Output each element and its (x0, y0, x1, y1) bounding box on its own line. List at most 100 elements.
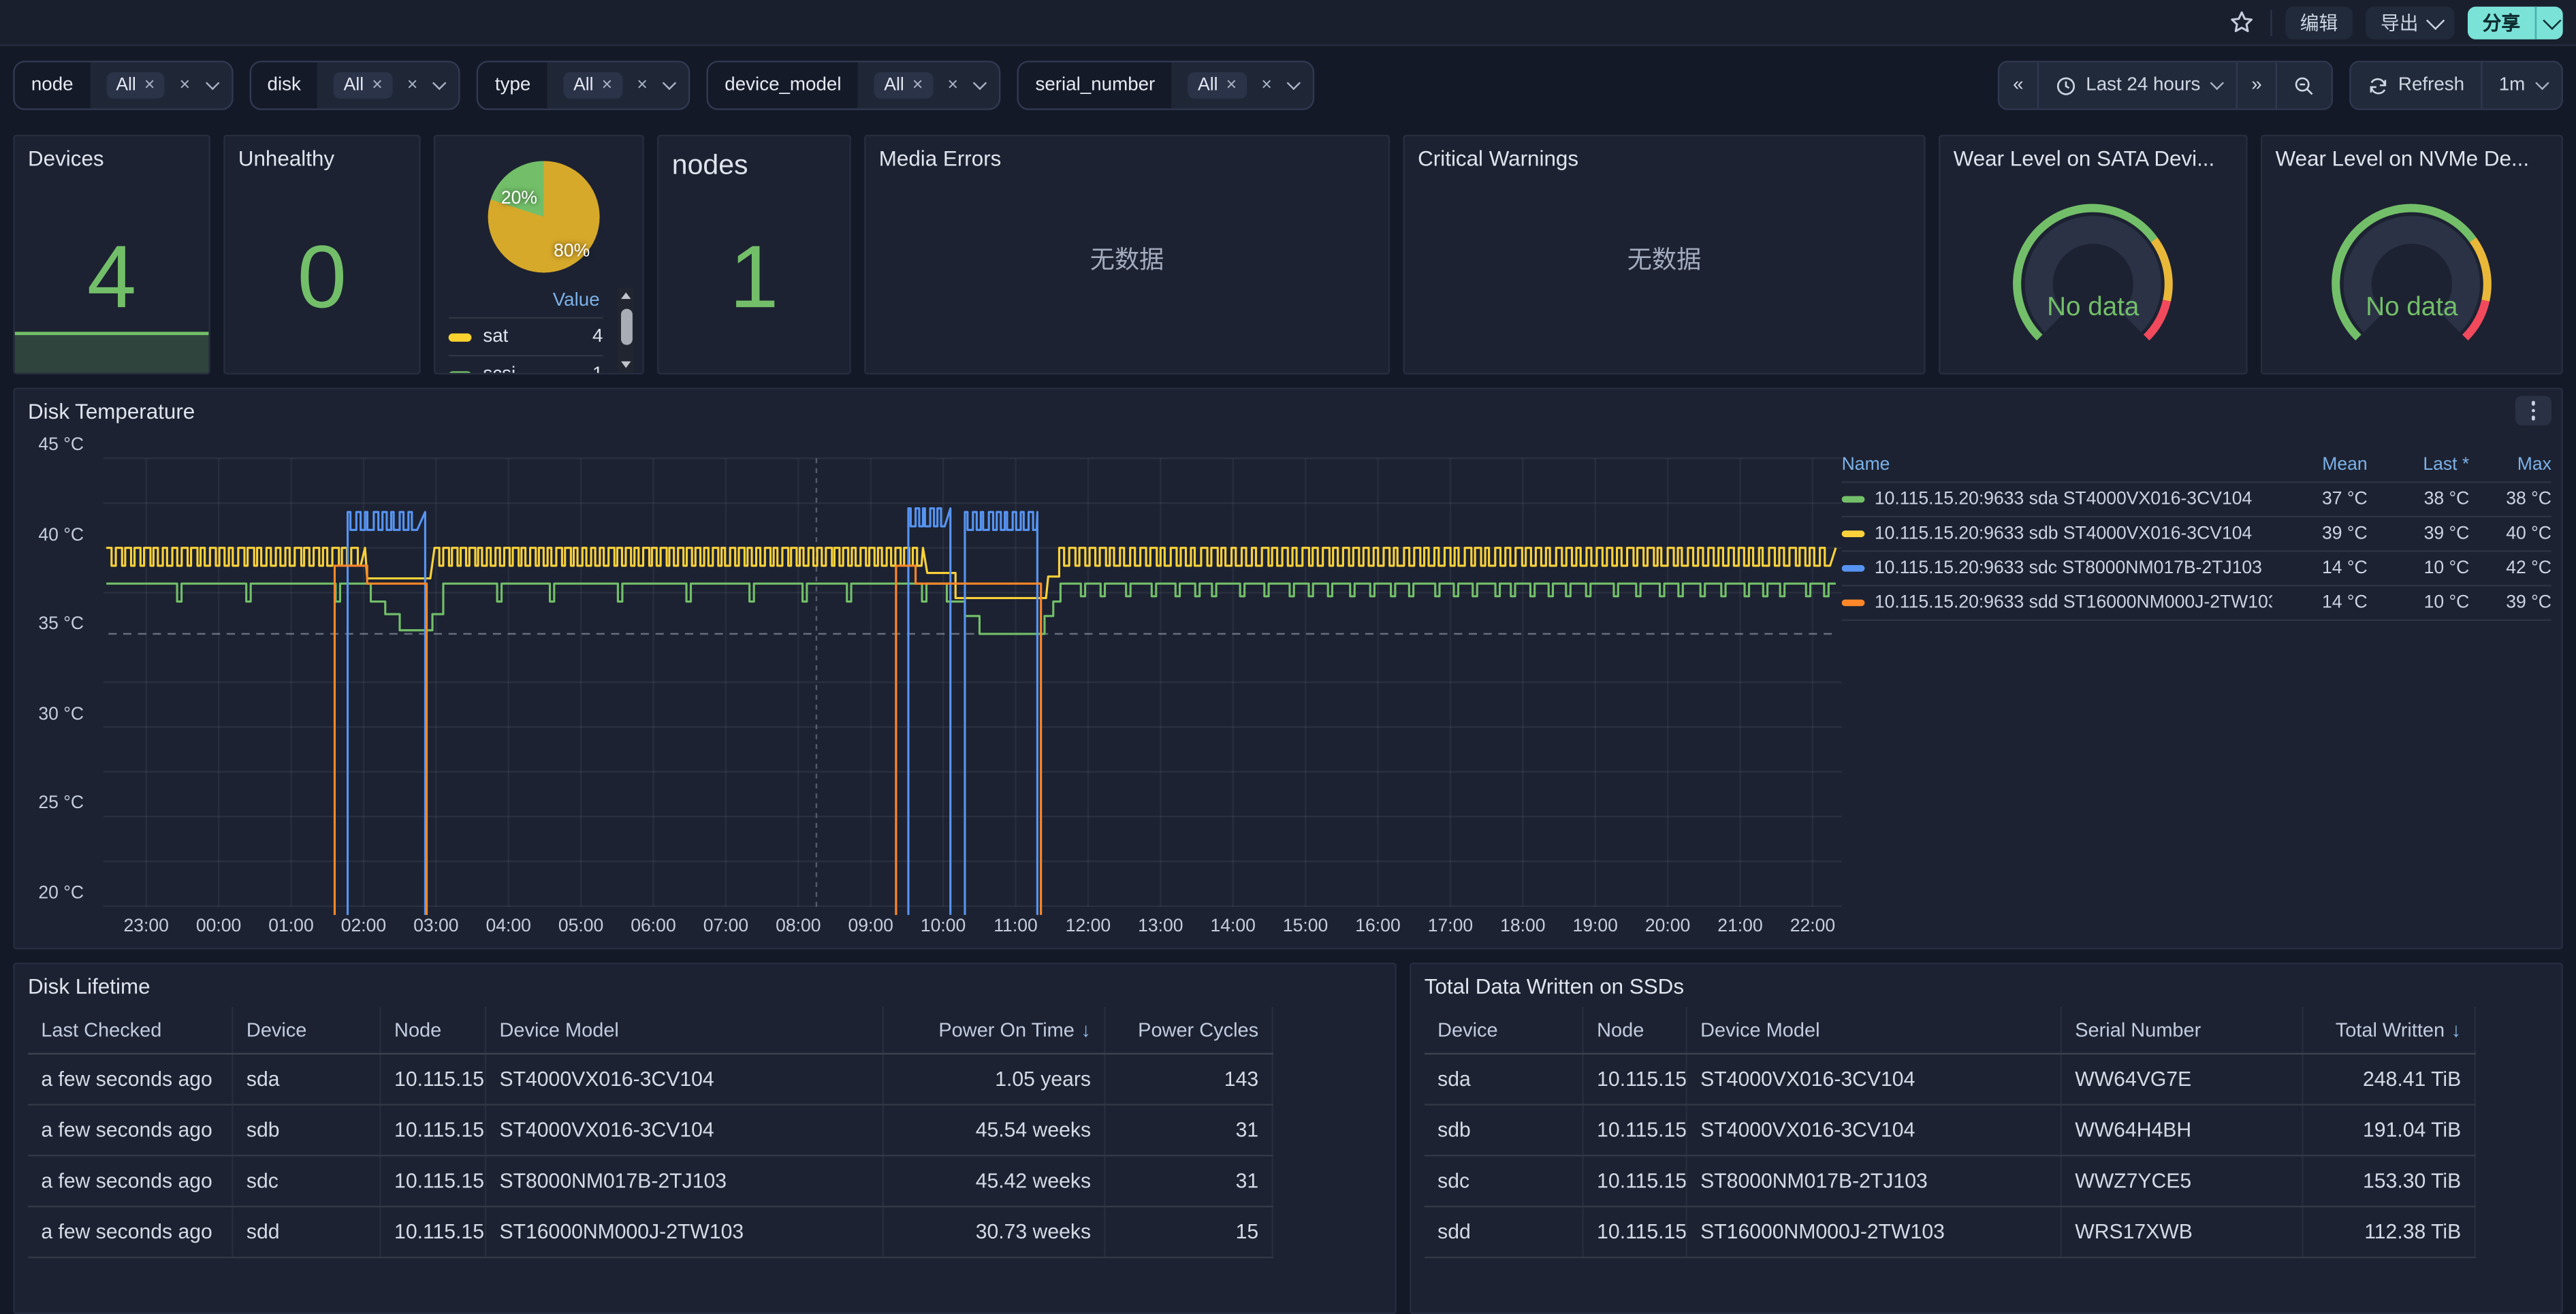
table-row[interactable]: sdc10.115.15.20ST8000NM017B-2TJ103WWZ7YC… (1425, 1157, 2476, 1208)
top-bar: 编辑 导出 分享 (0, 0, 2576, 46)
column-header[interactable]: Total Written↓ (2304, 1007, 2476, 1053)
table-cell: 10.115.15.20 (381, 1207, 486, 1256)
chevron-down-icon (2210, 76, 2224, 90)
column-header[interactable]: Power On Time↓ (884, 1007, 1106, 1053)
series-last: 39 °C (2368, 524, 2470, 544)
table-cell: 45.42 weeks (884, 1157, 1106, 1206)
time-range-picker[interactable]: Last 24 hours (2037, 63, 2237, 109)
series-mean: 39 °C (2272, 524, 2368, 544)
time-shift-back-button[interactable]: « (2000, 63, 2037, 109)
star-icon[interactable] (2225, 5, 2257, 38)
filter-node[interactable]: nodeAll×× (13, 61, 233, 110)
clear-filter-icon[interactable]: × (1261, 76, 1272, 95)
edit-button[interactable]: 编辑 (2285, 5, 2353, 38)
filter-device_model[interactable]: device_modelAll×× (707, 61, 1001, 110)
legend-header-max[interactable]: Max (2469, 455, 2551, 475)
column-header[interactable]: Device (234, 1007, 381, 1053)
clock-icon (2054, 75, 2076, 96)
column-header-label: Power Cycles (1138, 1019, 1258, 1042)
remove-option-icon[interactable]: × (372, 76, 383, 95)
clear-filter-icon[interactable]: × (180, 76, 191, 95)
column-header[interactable]: Device Model (486, 1007, 884, 1053)
scroll-down-icon[interactable] (621, 362, 631, 368)
filter-value: All×× (547, 63, 688, 109)
column-header[interactable]: Node (1584, 1007, 1687, 1053)
filter-disk[interactable]: diskAll×× (249, 61, 460, 110)
scrollbar-thumb[interactable] (620, 309, 632, 345)
table-row[interactable]: sda10.115.15.20ST4000VX016-3CV104WW64VG7… (1425, 1055, 2476, 1106)
filter-selected-option[interactable]: All× (334, 72, 392, 99)
chevron-down-icon (433, 76, 447, 90)
column-header-label: Device (1437, 1019, 1498, 1042)
table-cell: 10.115.15.20 (381, 1055, 486, 1104)
chevron-down-icon (2426, 11, 2445, 29)
series-line-2 (106, 548, 1836, 598)
legend-row[interactable]: 10.115.15.20:9633 sda ST4000VX016-3CV104… (1842, 483, 2551, 517)
series-label: 10.115.15.20:9633 sdb ST4000VX016-3CV104 (1875, 524, 2252, 544)
x-axis-label: 01:00 (255, 916, 327, 936)
x-axis-label: 03:00 (400, 916, 472, 936)
column-header[interactable]: Last Checked (28, 1007, 234, 1053)
time-series-plot[interactable] (91, 445, 1851, 915)
pie-legend: Valuesat4scsi1 (449, 287, 603, 374)
table-row[interactable]: sdd10.115.15.20ST16000NM000J-2TW103WRS17… (1425, 1207, 2476, 1258)
series-color-marker (1842, 496, 1865, 503)
legend-header-name[interactable]: Name (1842, 455, 2272, 475)
legend-header-row: NameMeanLast *Max (1842, 449, 2551, 483)
filter-selected-option[interactable]: All× (106, 72, 165, 99)
clear-filter-icon[interactable]: × (407, 76, 418, 95)
filter-serial_number[interactable]: serial_numberAll×× (1017, 61, 1315, 110)
legend-row[interactable]: 10.115.15.20:9633 sdd ST16000NM000J-2TW1… (1842, 586, 2551, 621)
time-shift-forward-button[interactable]: » (2236, 63, 2274, 109)
series-color-marker (449, 333, 472, 341)
table-row[interactable]: a few seconds agosda10.115.15.20ST4000VX… (28, 1055, 1273, 1106)
column-header[interactable]: Power Cycles (1106, 1007, 1273, 1053)
x-axis-label: 17:00 (1414, 916, 1486, 936)
x-axis-label: 13:00 (1124, 916, 1196, 936)
zoom-out-button[interactable] (2275, 63, 2331, 109)
x-axis-label: 22:00 (1777, 916, 1849, 936)
refresh-button[interactable]: Refresh (2351, 63, 2481, 109)
legend-row[interactable]: 10.115.15.20:9633 sdb ST4000VX016-3CV104… (1842, 517, 2551, 552)
filter-value: All×× (1171, 63, 1313, 109)
scroll-up-icon[interactable] (621, 292, 631, 299)
legend-header-mean[interactable]: Mean (2272, 455, 2368, 475)
column-header[interactable]: Node (381, 1007, 486, 1053)
clear-filter-icon[interactable]: × (637, 76, 648, 95)
column-header[interactable]: Serial Number (2062, 1007, 2304, 1053)
series-value: 1 (592, 365, 603, 374)
column-header-label: Device Model (1700, 1019, 1819, 1042)
filter-selected-option[interactable]: All× (1188, 72, 1247, 99)
legend-row[interactable]: sat4 (449, 319, 603, 356)
filter-value: All×× (858, 63, 1000, 109)
table-row[interactable]: a few seconds agosdd10.115.15.20ST16000N… (28, 1207, 1273, 1258)
table-row[interactable]: a few seconds agosdb10.115.15.20ST4000VX… (28, 1106, 1273, 1157)
y-axis-label: 45 °C (15, 435, 84, 455)
remove-option-icon[interactable]: × (144, 76, 155, 95)
filter-selected-option[interactable]: All× (564, 72, 622, 99)
legend-row[interactable]: scsi1 (449, 357, 603, 375)
panel-menu-button[interactable] (2515, 396, 2551, 425)
panel-title: Wear Level on NVMe De... (2276, 146, 2529, 171)
legend-header-last[interactable]: Last * (2368, 455, 2470, 475)
refresh-interval-picker[interactable]: 1m (2481, 63, 2561, 109)
table-row[interactable]: a few seconds agosdc10.115.15.20ST8000NM… (28, 1157, 1273, 1208)
share-menu-button[interactable] (2535, 5, 2563, 38)
column-header[interactable]: Device (1425, 1007, 1584, 1053)
filter-label: node (15, 63, 90, 109)
filter-type[interactable]: typeAll×× (477, 61, 690, 110)
clear-filter-icon[interactable]: × (948, 76, 959, 95)
table-cell: a few seconds ago (28, 1157, 234, 1206)
filter-selected-option[interactable]: All× (874, 72, 933, 99)
table-row[interactable]: sdb10.115.15.20ST4000VX016-3CV104WW64H4B… (1425, 1106, 2476, 1157)
legend-row[interactable]: 10.115.15.20:9633 sdc ST8000NM017B-2TJ10… (1842, 552, 2551, 587)
remove-option-icon[interactable]: × (602, 76, 613, 95)
panel-title: Devices (28, 146, 104, 171)
export-button[interactable]: 导出 (2366, 5, 2454, 38)
remove-option-icon[interactable]: × (1226, 76, 1237, 95)
remove-option-icon[interactable]: × (912, 76, 923, 95)
column-header[interactable]: Device Model (1687, 1007, 2062, 1053)
share-button[interactable]: 分享 (2468, 5, 2563, 38)
sort-arrow-icon: ↓ (1081, 1019, 1091, 1042)
scrollbar[interactable] (618, 287, 634, 372)
